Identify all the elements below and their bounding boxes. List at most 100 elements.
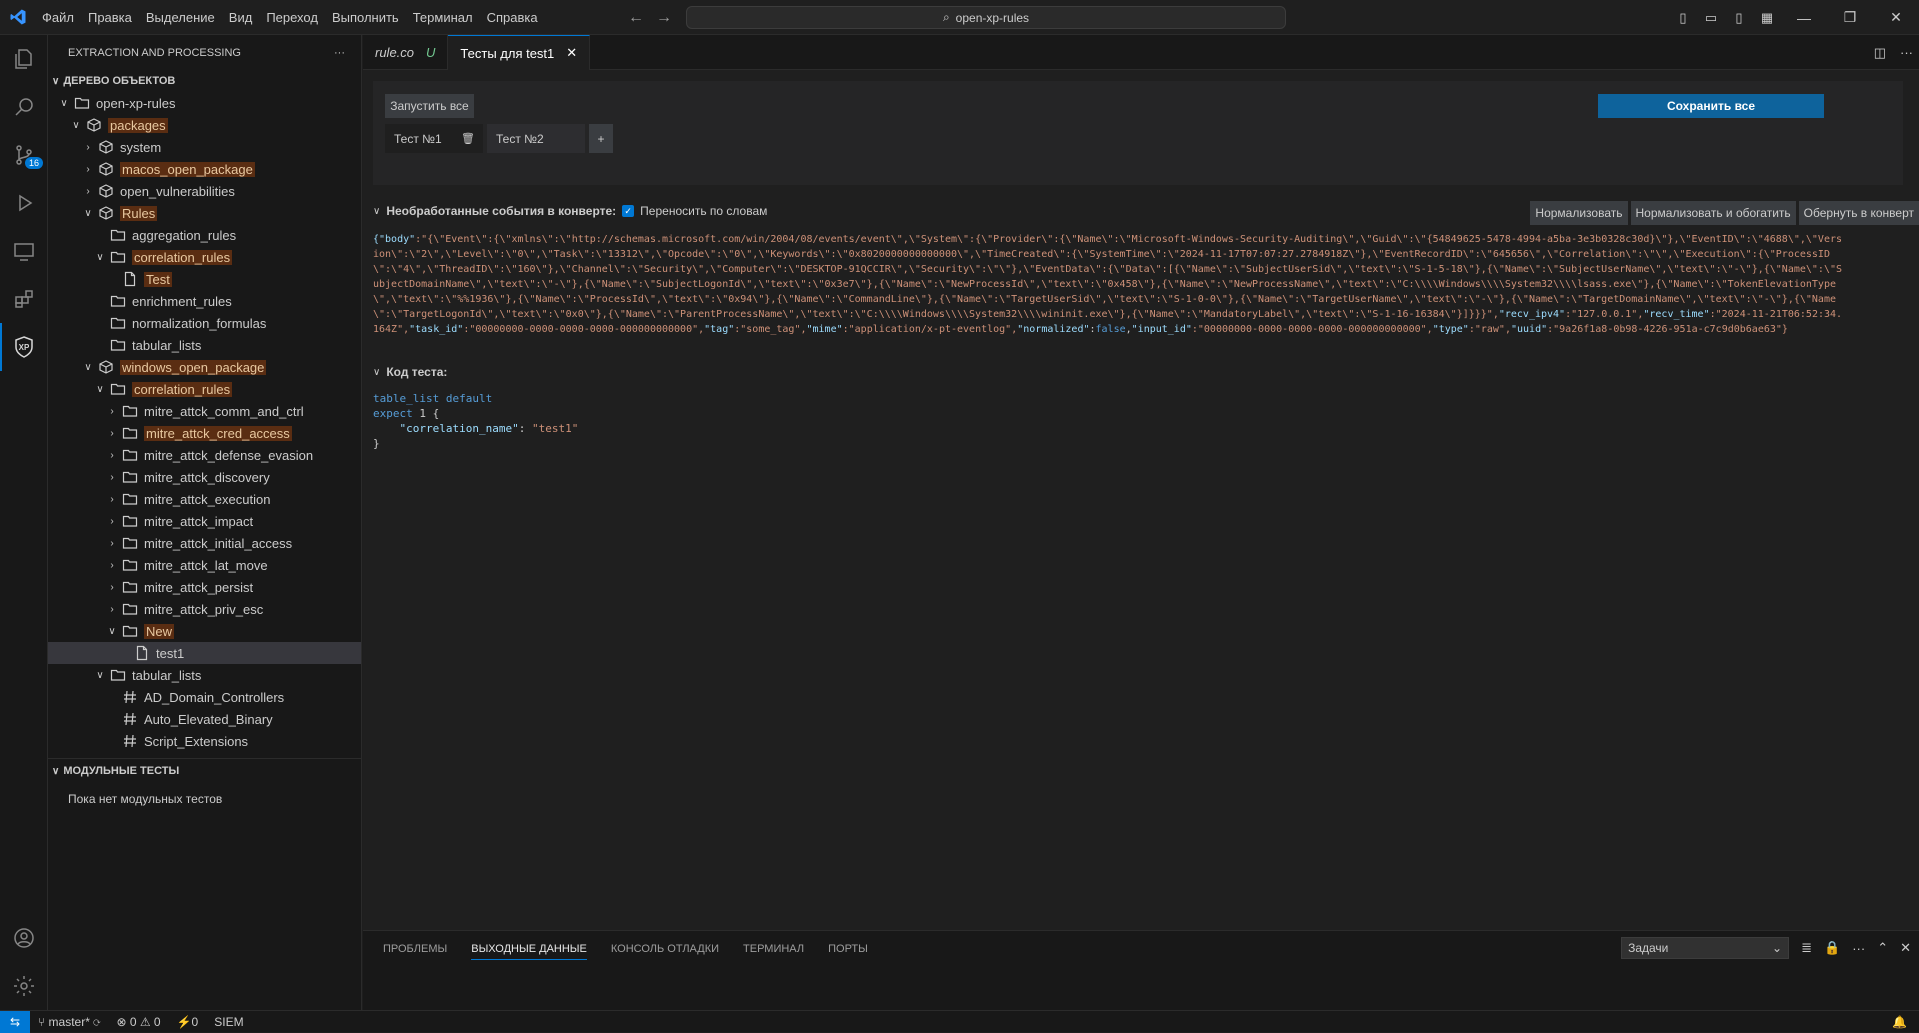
maximize-panel-icon[interactable]: ⌃	[1877, 940, 1888, 956]
menu-run[interactable]: Выполнить	[325, 10, 406, 25]
menu-view[interactable]: Вид	[222, 10, 260, 25]
test-tab-2[interactable]: Тест №2	[487, 124, 585, 153]
tree-section-header[interactable]: ∨ ДЕРЕВО ОБЪЕКТОВ	[48, 70, 361, 92]
tree-item[interactable]: Test	[48, 268, 361, 290]
output-channel-select[interactable]: Задачи ⌄	[1621, 937, 1790, 959]
filter-list-icon[interactable]: ≣	[1801, 940, 1812, 956]
test-tab-1[interactable]: Тест №1 🗑	[385, 124, 483, 153]
normalize-button[interactable]: Нормализовать	[1530, 201, 1628, 225]
menu-help[interactable]: Справка	[480, 10, 545, 25]
run-all-button[interactable]: Запустить все	[385, 94, 474, 118]
explorer-icon[interactable]	[0, 35, 48, 83]
tab-terminal[interactable]: ТЕРМИНАЛ	[743, 943, 804, 955]
tree-item[interactable]: › mitre_attck_comm_and_ctrl	[48, 400, 361, 422]
tree-item[interactable]: ∨ correlation_rules	[48, 378, 361, 400]
pkg-icon	[96, 359, 116, 375]
toggle-secondary-sidebar-icon[interactable]: ▯	[1725, 10, 1753, 26]
remote-indicator-icon[interactable]: ⇆	[0, 1010, 30, 1033]
back-arrow-icon[interactable]: ←	[628, 9, 644, 27]
toggle-panel-icon[interactable]: ▭	[1697, 10, 1725, 26]
test-code-editor[interactable]: table_list default expect 1 { "correlati…	[373, 391, 578, 451]
json-key: "task_id"	[409, 324, 464, 335]
xp-extension-icon[interactable]: XP	[0, 323, 48, 371]
command-center[interactable]: ⌕ open-xp-rules	[686, 6, 1286, 29]
tab-debug-console[interactable]: КОНСОЛЬ ОТЛАДКИ	[611, 943, 719, 955]
tree-item[interactable]: ∨ open-xp-rules	[48, 92, 361, 114]
tree-item[interactable]: › system	[48, 136, 361, 158]
tree-item[interactable]: › macos_open_package	[48, 158, 361, 180]
accounts-icon[interactable]	[0, 914, 48, 962]
settings-gear-icon[interactable]	[0, 962, 48, 1010]
chevron-down-icon[interactable]: ∨	[373, 367, 380, 378]
search-view-icon[interactable]	[0, 83, 48, 131]
tree-item[interactable]: ∨ windows_open_package	[48, 356, 361, 378]
forward-arrow-icon[interactable]: →	[656, 9, 672, 27]
minimize-icon[interactable]: —	[1781, 10, 1827, 26]
source-control-icon[interactable]: 16	[0, 131, 48, 179]
extensions-icon[interactable]	[0, 275, 48, 323]
run-debug-icon[interactable]	[0, 179, 48, 227]
tab-output[interactable]: ВЫХОДНЫЕ ДАННЫЕ	[471, 938, 587, 960]
tree-item[interactable]: › mitre_attck_execution	[48, 488, 361, 510]
remote-explorer-icon[interactable]	[0, 227, 48, 275]
menu-file[interactable]: Файл	[35, 10, 81, 25]
tree-item[interactable]: ∨ tabular_lists	[48, 664, 361, 686]
menu-edit[interactable]: Правка	[81, 10, 139, 25]
menu-go[interactable]: Переход	[259, 10, 325, 25]
ports-status[interactable]: ⚡0	[169, 1015, 207, 1029]
toggle-sidebar-icon[interactable]: ▯	[1669, 10, 1697, 26]
tree-item[interactable]: › mitre_attck_defense_evasion	[48, 444, 361, 466]
tab-ports[interactable]: ПОРТЫ	[828, 943, 868, 955]
close-icon[interactable]: ✕	[1900, 940, 1911, 956]
menu-terminal[interactable]: Терминал	[406, 10, 480, 25]
menu-selection[interactable]: Выделение	[139, 10, 222, 25]
chevron-down-icon[interactable]: ∨	[373, 206, 380, 217]
normalize-enrich-button[interactable]: Нормализовать и обогатить	[1630, 201, 1796, 225]
tree-item[interactable]: enrichment_rules	[48, 290, 361, 312]
tree-item[interactable]: aggregation_rules	[48, 224, 361, 246]
tree-item[interactable]: AD_Domain_Controllers	[48, 686, 361, 708]
more-actions-icon[interactable]: ···	[1900, 45, 1913, 60]
tree-item[interactable]: › open_vulnerabilities	[48, 180, 361, 202]
lock-icon[interactable]: 🔒	[1824, 940, 1840, 956]
sync-icon[interactable]: ⟳	[93, 1015, 100, 1029]
more-actions-icon[interactable]: ···	[1852, 941, 1865, 956]
siem-status[interactable]: SIEM	[206, 1015, 251, 1029]
tree-item[interactable]: › mitre_attck_cred_access	[48, 422, 361, 444]
branch-status[interactable]: ⑂ master* ⟳	[30, 1015, 108, 1029]
raw-event-text[interactable]: {"body":"{\"Event\":{\"xmlns\":\"http://…	[373, 232, 1848, 337]
tree-item[interactable]: › mitre_attck_discovery	[48, 466, 361, 488]
wrap-checkbox[interactable]: ✓	[622, 205, 635, 217]
json-key: "recv_ipv4"	[1498, 309, 1566, 320]
tree-item[interactable]: › mitre_attck_priv_esc	[48, 598, 361, 620]
tree-item[interactable]: ∨ New	[48, 620, 361, 642]
tree-item[interactable]: › mitre_attck_initial_access	[48, 532, 361, 554]
tree-item[interactable]: test1	[48, 642, 361, 664]
tab-rule-co[interactable]: rule.co U	[363, 35, 449, 70]
tab-tests-test1[interactable]: Тесты для test1 ✕	[448, 35, 591, 70]
tree-item[interactable]: tabular_lists	[48, 334, 361, 356]
split-editor-icon[interactable]: ◫	[1874, 45, 1886, 61]
unit-tests-section-header[interactable]: ∨ МОДУЛЬНЫЕ ТЕСТЫ	[48, 760, 361, 782]
close-icon[interactable]: ✕	[566, 45, 577, 61]
notifications-bell-icon[interactable]: 🔔	[1892, 1015, 1907, 1029]
tree-item[interactable]: › mitre_attck_impact	[48, 510, 361, 532]
tree-item[interactable]: ∨ packages	[48, 114, 361, 136]
tree-item[interactable]: Script_Extensions	[48, 730, 361, 752]
problems-status[interactable]: ⊗ 0 ⚠ 0	[108, 1015, 168, 1029]
add-test-button[interactable]: +	[589, 124, 613, 153]
tab-problems[interactable]: ПРОБЛЕМЫ	[383, 943, 447, 955]
wrap-envelope-button[interactable]: Обернуть в конверт	[1798, 201, 1919, 225]
tree-item[interactable]: › mitre_attck_persist	[48, 576, 361, 598]
tree-item[interactable]: ∨ correlation_rules	[48, 246, 361, 268]
trash-icon[interactable]: 🗑	[461, 132, 475, 145]
more-actions-icon[interactable]: ···	[334, 47, 345, 59]
tree-item[interactable]: normalization_formulas	[48, 312, 361, 334]
save-all-button[interactable]: Сохранить все	[1598, 94, 1824, 118]
customize-layout-icon[interactable]: ▦	[1753, 10, 1781, 26]
restore-icon[interactable]: ❐	[1827, 9, 1873, 26]
tree-item[interactable]: › mitre_attck_lat_move	[48, 554, 361, 576]
tree-item[interactable]: Auto_Elevated_Binary	[48, 708, 361, 730]
tree-item[interactable]: ∨ Rules	[48, 202, 361, 224]
close-window-icon[interactable]: ✕	[1873, 9, 1919, 26]
